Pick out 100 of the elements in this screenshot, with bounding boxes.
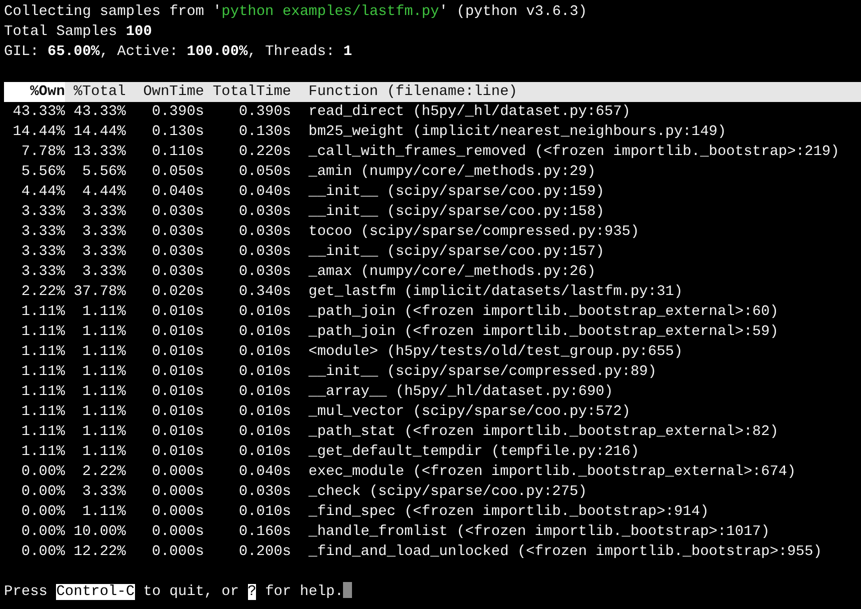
table-cell-text: 2.22% — [21, 283, 65, 302]
table-cell-text: 4.44% — [21, 183, 65, 202]
table-cell-text: 0.010s — [238, 443, 292, 462]
table-cell-text: 1.11% — [21, 383, 65, 402]
status-line: Total Samples 100 — [4, 23, 153, 42]
table-cell-text: _path_join (<frozen importlib._bootstrap_external>:60) — [308, 303, 780, 322]
table-cell-text: 0.010s — [238, 383, 292, 402]
column-header[interactable]: TotalTime — [204, 82, 292, 102]
table-cell-text: 10.00% — [74, 523, 126, 542]
table-cell-text: 43.33% — [74, 103, 126, 122]
table-cell-text: 0.390s — [238, 103, 292, 122]
table-cell-text: 0.010s — [238, 323, 292, 342]
table-cell-text: 0.00% — [21, 483, 65, 502]
table-cell-text: 0.010s — [152, 303, 204, 322]
table-cell-text: 0.010s — [238, 303, 292, 322]
table-cell-text: 0.000s — [152, 523, 204, 542]
table-cell-text: 1.11% — [21, 423, 65, 442]
table-cell-text: 0.020s — [152, 283, 204, 302]
table-cell-text: 0.030s — [238, 203, 292, 222]
table-cell-text: 1.11% — [82, 363, 126, 382]
table-cell-text: 5.56% — [21, 163, 65, 182]
table-cell-text: 0.160s — [238, 523, 292, 542]
table-cell-text: 0.010s — [238, 423, 292, 442]
table-cell-text: 0.010s — [152, 343, 204, 362]
table-cell-text: 7.78% — [21, 143, 65, 162]
table-cell-text: 0.010s — [238, 343, 292, 362]
column-header[interactable]: Function (filename:line) — [308, 82, 861, 102]
table-cell-text: _find_spec (<frozen importlib._bootstrap>:914) — [308, 503, 710, 522]
table-cell-text: 0.110s — [152, 143, 204, 162]
table-cell-text: 3.33% — [82, 243, 126, 262]
table-cell-text: 0.050s — [152, 163, 204, 182]
table-cell-text: 0.200s — [238, 543, 292, 562]
status-line: Collecting samples from 'python examples/lastfm.py' (python v3.6.3) — [4, 3, 588, 22]
table-cell-text: _mul_vector (scipy/sparse/coo.py:572) — [308, 403, 632, 422]
table-cell-text: _amax (numpy/core/_methods.py:26) — [308, 263, 597, 282]
table-cell-text: 3.33% — [21, 203, 65, 222]
table-cell-text: 0.030s — [152, 263, 204, 282]
table-cell-text: 37.78% — [74, 283, 126, 302]
table-cell-text: 0.030s — [152, 223, 204, 242]
table-cell-text: _path_join (<frozen importlib._bootstrap_external>:59) — [308, 323, 780, 342]
table-cell-text: 1.11% — [82, 423, 126, 442]
table-cell-text: 1.11% — [82, 323, 126, 342]
table-cell-text: 14.44% — [74, 123, 126, 142]
table-cell-text: 0.030s — [238, 243, 292, 262]
table-cell-text: 0.010s — [152, 323, 204, 342]
table-cell-text: _check (scipy/sparse/coo.py:275) — [308, 483, 588, 502]
table-cell-text: __init__ (scipy/sparse/coo.py:157) — [308, 243, 606, 262]
table-cell-text: 0.010s — [238, 403, 292, 422]
table-cell-text: 0.010s — [152, 403, 204, 422]
table-cell-text: 14.44% — [12, 123, 65, 142]
table-cell-text: 3.33% — [82, 263, 126, 282]
table-cell-text: 0.030s — [238, 223, 292, 242]
table-cell-text: _path_stat (<frozen importlib._bootstrap_external>:82) — [308, 423, 780, 442]
table-cell-text: exec_module (<frozen importlib._bootstrap_external>:674) — [308, 463, 797, 482]
table-cell-text: 1.11% — [82, 443, 126, 462]
table-cell-text: <module> (h5py/tests/old/test_group.py:655) — [308, 343, 684, 362]
table-cell-text: 0.000s — [152, 503, 204, 522]
table-cell-text: 0.00% — [21, 523, 65, 542]
table-cell-text: 3.33% — [82, 483, 126, 502]
table-cell-text: 2.22% — [82, 463, 126, 482]
table-cell-text: 4.44% — [82, 183, 126, 202]
table-cell-text: 13.33% — [74, 143, 126, 162]
table-cell-text: 3.33% — [82, 223, 126, 242]
table-cell-text: 3.33% — [82, 203, 126, 222]
table-cell-text: 0.010s — [238, 503, 292, 522]
table-cell-text: 1.11% — [82, 403, 126, 422]
cursor — [343, 582, 352, 598]
table-cell-text: 0.390s — [152, 103, 204, 122]
table-cell-text: 1.11% — [82, 503, 126, 522]
table-cell-text: __init__ (scipy/sparse/coo.py:158) — [308, 203, 606, 222]
column-header[interactable]: %Own — [4, 82, 65, 102]
table-cell-text: 3.33% — [21, 243, 65, 262]
table-cell-text: 0.030s — [152, 203, 204, 222]
column-header[interactable]: OwnTime — [126, 82, 204, 102]
table-cell-text: 0.030s — [152, 243, 204, 262]
table-cell-text: 0.00% — [21, 543, 65, 562]
table-cell-text: 1.11% — [21, 443, 65, 462]
table-cell-text: 0.030s — [238, 483, 292, 502]
table-cell-text: _find_and_load_unlocked (<frozen importlib._bootstrap>:955) — [308, 543, 823, 562]
table-cell-text: 43.33% — [12, 103, 65, 122]
table-cell-text: tocoo (scipy/sparse/compressed.py:935) — [308, 223, 640, 242]
table-cell-text: __array__ (h5py/_hl/dataset.py:690) — [308, 383, 614, 402]
status-line: GIL: 65.00%, Active: 100.00%, Threads: 1 — [4, 43, 354, 62]
table-cell-text: 0.010s — [152, 363, 204, 382]
table-cell-text: 1.11% — [82, 303, 126, 322]
table-cell-text: 1.11% — [21, 403, 65, 422]
table-cell-text: 1.11% — [21, 343, 65, 362]
table-cell-text: 0.010s — [152, 443, 204, 462]
table-cell-text: __init__ (scipy/sparse/coo.py:159) — [308, 183, 606, 202]
help-line: Press Control-C to quit, or ? for help. — [4, 583, 344, 602]
table-cell-text: 1.11% — [21, 363, 65, 382]
table-cell-text: 1.11% — [82, 383, 126, 402]
table-cell-text: 0.000s — [152, 543, 204, 562]
table-cell-text: 3.33% — [21, 223, 65, 242]
table-cell-text: __init__ (scipy/sparse/compressed.py:89) — [308, 363, 658, 382]
table-cell-text: 0.040s — [152, 183, 204, 202]
table-cell-text: _call_with_frames_removed (<frozen importlib._bootstrap>:219) — [308, 143, 840, 162]
table-cell-text: 0.010s — [238, 363, 292, 382]
table-cell-text: 12.22% — [74, 543, 126, 562]
column-header[interactable]: %Total — [64, 82, 126, 102]
